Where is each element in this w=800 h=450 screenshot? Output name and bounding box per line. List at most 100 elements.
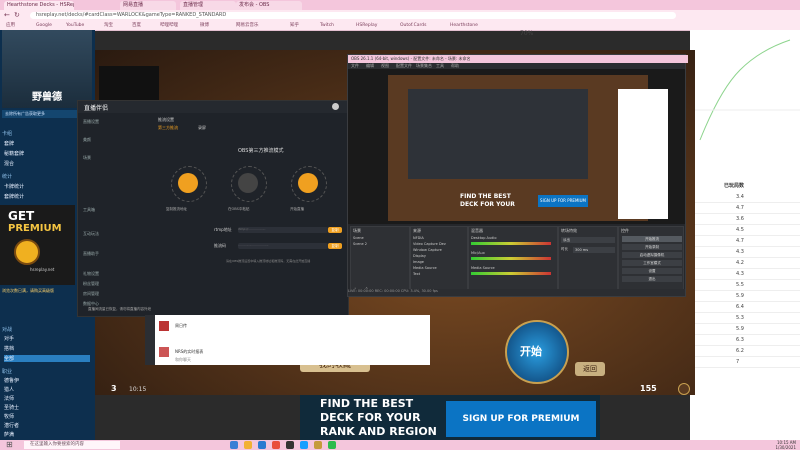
- tab-record[interactable]: 录屏: [198, 125, 206, 131]
- signup-premium-button[interactable]: SIGN UP FOR PREMIUM: [446, 401, 596, 437]
- system-clock[interactable]: 10:15 AM 1/30/2021: [760, 440, 796, 450]
- back-button[interactable]: 返回: [575, 362, 605, 376]
- windows-start-icon[interactable]: ⊞: [6, 440, 13, 449]
- rtmp-url-field[interactable]: rtmp://..................: [238, 227, 328, 233]
- source-item[interactable]: Display: [413, 254, 426, 258]
- sidebar-item[interactable]: 对手: [4, 335, 14, 342]
- source-item[interactable]: Video Capture Dev: [413, 242, 446, 246]
- sidebar-item[interactable]: 美颜: [83, 137, 91, 143]
- settings-gear-icon[interactable]: [678, 383, 690, 395]
- class-item[interactable]: 德鲁伊: [4, 377, 19, 384]
- studio-mode-button[interactable]: 工作室模式: [622, 260, 682, 266]
- class-item[interactable]: 圣骑士: [4, 404, 19, 411]
- bookmark[interactable]: 微博: [200, 22, 209, 29]
- stream-app-icon[interactable]: [300, 441, 308, 449]
- source-item[interactable]: Text: [413, 272, 420, 276]
- settings-button[interactable]: 设置: [622, 268, 682, 274]
- bookmark[interactable]: 应用: [6, 22, 15, 29]
- sidebar-item[interactable]: 套牌: [4, 140, 14, 147]
- scene-item[interactable]: Scene: [353, 236, 364, 240]
- sidebar-item[interactable]: 粉丝管理: [83, 281, 99, 287]
- stream-key-field[interactable]: ................................: [238, 243, 328, 249]
- volume-meter[interactable]: [471, 242, 551, 245]
- bookmark[interactable]: Outof.Cards: [400, 22, 426, 29]
- chat-contact[interactable]: 周日传: [175, 323, 187, 329]
- taskbar-search[interactable]: 在这里输入你要搜索的内容: [24, 441, 120, 449]
- sidebar-item[interactable]: 工具箱: [83, 207, 95, 213]
- bookmark[interactable]: 淘宝: [104, 22, 113, 29]
- sidebar-item[interactable]: 礼物设置: [83, 271, 99, 277]
- obs-window[interactable]: OBS 26.1.1 (64-bit, windows) - 配置文件: 未命名…: [347, 54, 688, 297]
- class-item[interactable]: 法师: [4, 395, 14, 402]
- class-item[interactable]: 牧师: [4, 413, 14, 420]
- center-crest[interactable]: 开始: [505, 320, 569, 384]
- tab-third-party[interactable]: 第三方推流: [158, 125, 178, 131]
- bookmark[interactable]: YouTube: [66, 22, 84, 29]
- sidebar-item[interactable]: 直播助手: [83, 251, 99, 257]
- edge-icon[interactable]: [258, 441, 266, 449]
- obs-icon[interactable]: [286, 441, 294, 449]
- sidebar-item[interactable]: 卡牌统计: [4, 183, 24, 190]
- virtual-camera-button[interactable]: 启动虚拟摄像机: [622, 252, 682, 258]
- sidebar-item[interactable]: 直播设置: [83, 119, 99, 125]
- file-explorer-icon[interactable]: [244, 441, 252, 449]
- table-row[interactable]: 7: [690, 356, 800, 368]
- chat-window[interactable]: 周日传 NRS的实时报表 和你聊天: [145, 315, 430, 365]
- reload-icon[interactable]: ↻: [14, 11, 20, 19]
- volume-meter[interactable]: [471, 272, 551, 275]
- ad-brand: hsreplay.net: [30, 267, 55, 272]
- source-item[interactable]: Media Source: [413, 266, 437, 270]
- bookmark[interactable]: 百度: [132, 22, 141, 29]
- wechat-icon[interactable]: [328, 441, 336, 449]
- start-streaming-button[interactable]: 开始推流: [622, 236, 682, 242]
- source-item[interactable]: Window Capture: [413, 248, 442, 252]
- task-view-icon[interactable]: [230, 441, 238, 449]
- bookmark[interactable]: Hearthstone: [450, 22, 478, 29]
- bookmark[interactable]: 知乎: [290, 22, 299, 29]
- sidebar-item[interactable]: 全部: [4, 355, 90, 362]
- chat-contact[interactable]: 和你聊天: [175, 357, 191, 363]
- sidebar-item[interactable]: 秘籍套牌: [4, 150, 24, 157]
- obs-preview[interactable]: FIND THE BEST DECK FOR YOUR SIGN UP FOR …: [348, 69, 685, 224]
- back-icon[interactable]: ←: [4, 11, 10, 19]
- sidebar-item[interactable]: 场景: [83, 155, 91, 161]
- browser-tab[interactable]: 发布会 - OBS: [236, 1, 302, 10]
- chat-contact[interactable]: NRS的实时报表: [175, 349, 203, 355]
- ad-line: GET: [8, 209, 35, 223]
- browser-tab[interactable]: 网易直播: [120, 1, 176, 10]
- start-recording-button[interactable]: 开始录制: [622, 244, 682, 250]
- duration-input[interactable]: 300 ms: [573, 247, 615, 253]
- class-item[interactable]: 潜行者: [4, 422, 19, 429]
- sidebar-item[interactable]: 混合: [4, 160, 14, 167]
- bookmark[interactable]: 哔哩哔哩: [160, 22, 178, 29]
- volume-meter[interactable]: [471, 257, 551, 260]
- avatar[interactable]: [332, 103, 339, 110]
- transition-select[interactable]: 淡出: [561, 237, 615, 243]
- chrome-icon[interactable]: [272, 441, 280, 449]
- browser-tab[interactable]: 直播管理: [180, 1, 236, 10]
- hearthstone-icon[interactable]: [314, 441, 322, 449]
- browser-tab[interactable]: Hearthstone Decks - HSReplay: [4, 1, 74, 10]
- bookmark[interactable]: 网易云音乐: [236, 22, 259, 29]
- copy-rtmp-button[interactable]: 复制: [328, 227, 342, 233]
- sidebar-item[interactable]: 房间管理: [83, 291, 99, 297]
- bookmark[interactable]: Twitch: [320, 22, 334, 29]
- copy-key-button[interactable]: 复制: [328, 243, 342, 249]
- stream-app-window[interactable]: 直播伴侣 推流设置 第三方推流 录屏 直播设置 美颜 场景 工具箱 互动玩法 直…: [77, 100, 349, 317]
- url-field[interactable]: hsreplay.net/decks/#cardClass=WARLOCK&ga…: [30, 12, 676, 19]
- class-item[interactable]: 猎人: [4, 386, 14, 393]
- bookmark[interactable]: HSReplay: [356, 22, 377, 29]
- sidebar-item[interactable]: 套牌统计: [4, 193, 24, 200]
- exit-button[interactable]: 退出: [622, 276, 682, 282]
- tab-push-settings[interactable]: 推流设置: [158, 117, 174, 123]
- sidebar-item[interactable]: 互动玩法: [83, 231, 99, 237]
- column-header: 已玩局数: [724, 183, 745, 189]
- sidebar-item[interactable]: 搭档: [4, 345, 14, 352]
- scene-item[interactable]: Scene 2: [353, 242, 367, 246]
- bookmark[interactable]: Google: [36, 22, 52, 29]
- premium-ad-banner[interactable]: GET PREMIUM hsreplay.net: [0, 205, 75, 285]
- class-item[interactable]: 萨满: [4, 431, 14, 438]
- source-item[interactable]: NFDIA: [413, 236, 424, 240]
- premium-promo-banner[interactable]: FIND THE BEST DECK FOR YOUR RANK AND REG…: [300, 395, 600, 440]
- source-item[interactable]: Image: [413, 260, 424, 264]
